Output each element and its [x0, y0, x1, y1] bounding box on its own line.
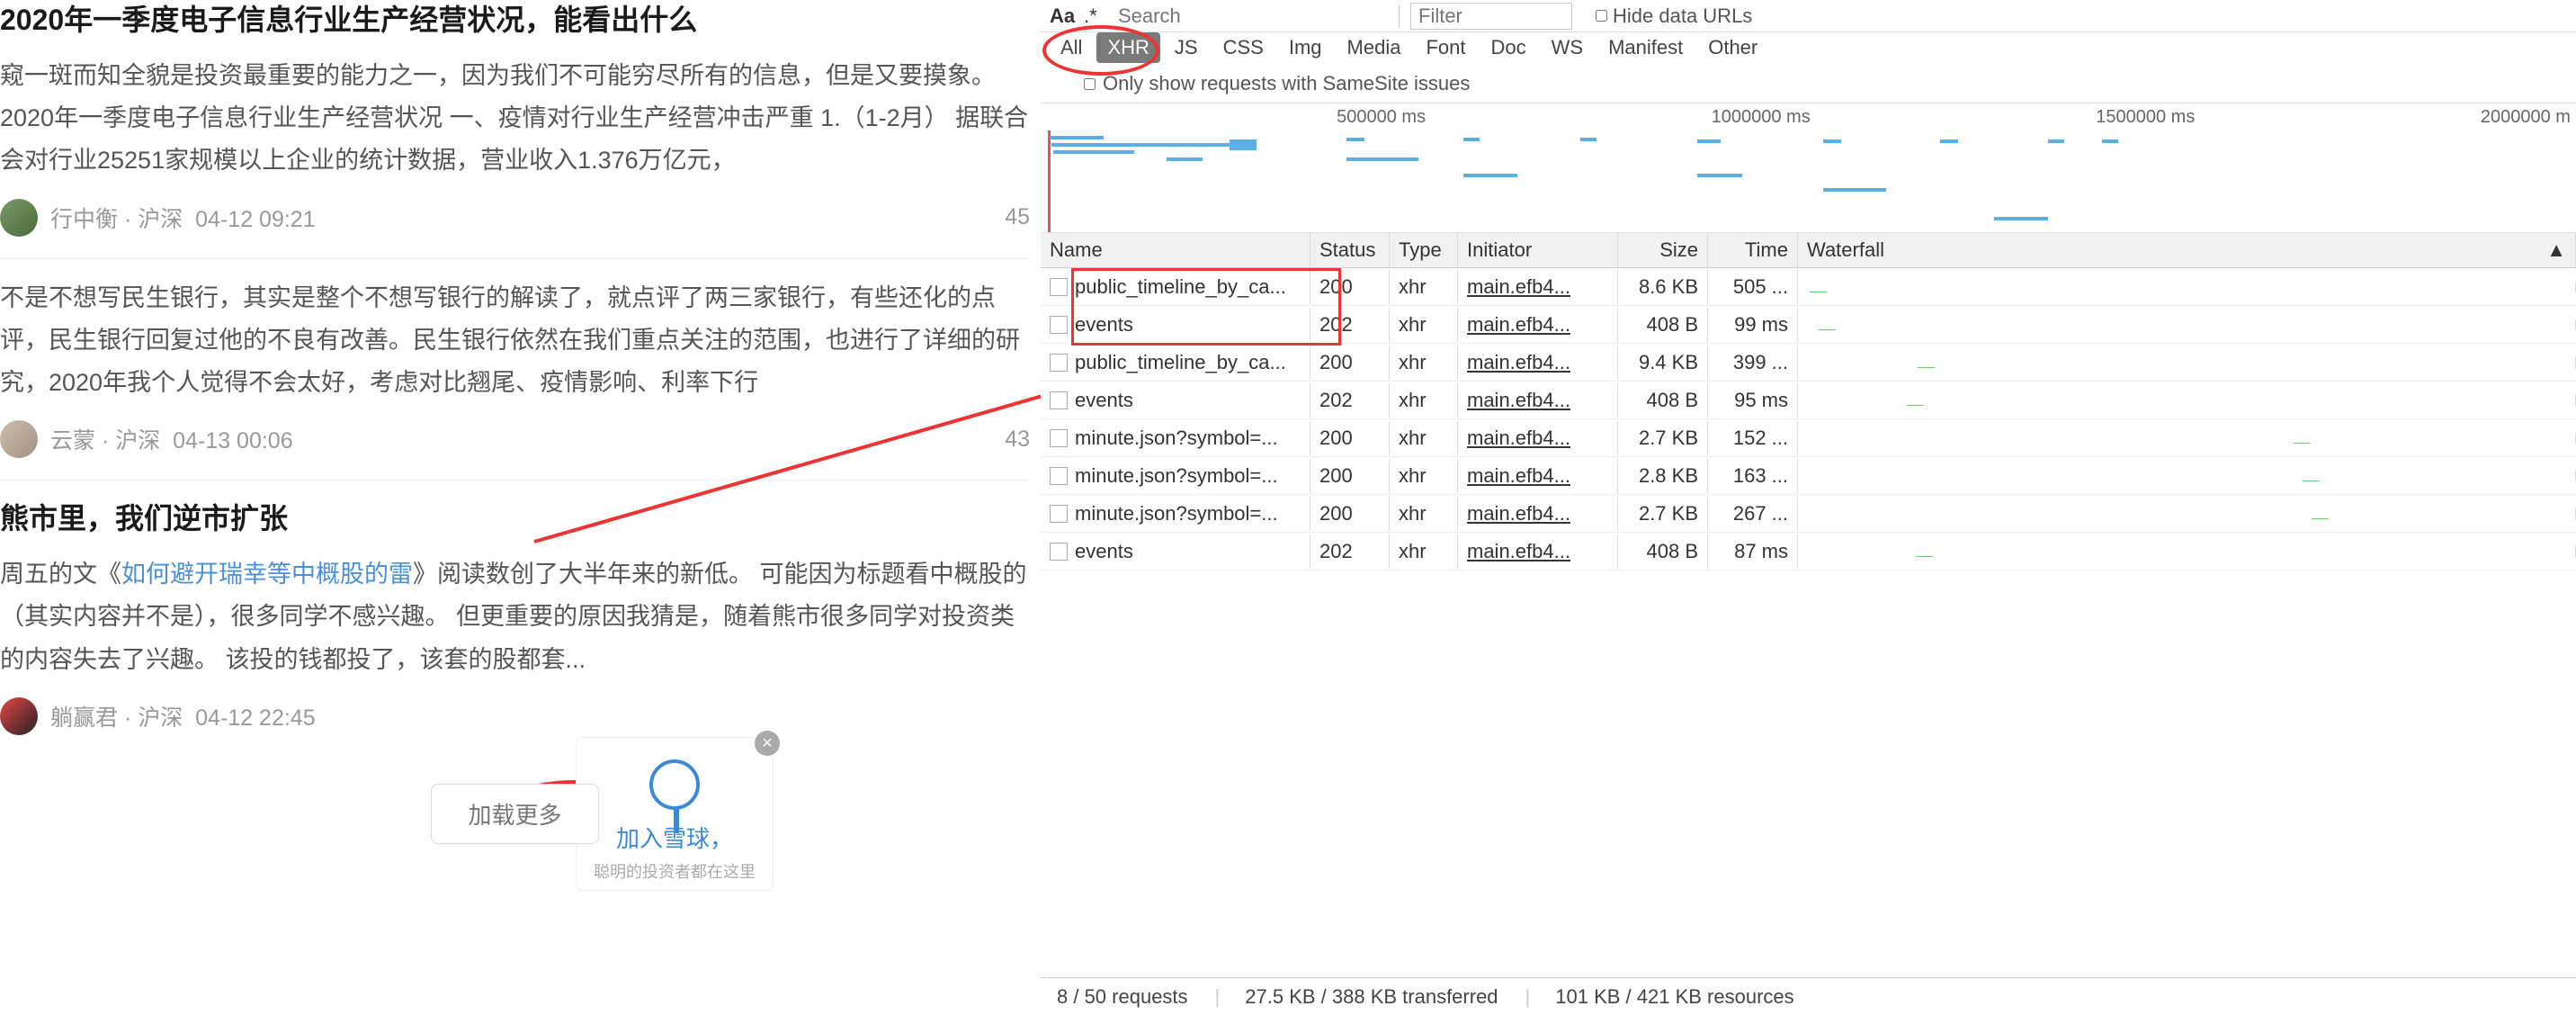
waterfall-bar [1917, 367, 1936, 368]
post-meta: 躺赢君 · 沪深 04-12 22:45 [0, 681, 1030, 735]
initiator-link[interactable]: main.efb4... [1467, 540, 1570, 562]
devtools-network-panel: Aa .* Hide data URLs All XHR JS CSS Img … [1041, 0, 2576, 1015]
balloon-icon [649, 759, 700, 810]
search-input[interactable] [1118, 4, 1388, 29]
network-row[interactable]: public_timeline_by_ca...200xhrmain.efb4.… [1041, 344, 2576, 382]
inline-link[interactable]: 如何避开瑞幸等中概股的雷 [121, 561, 413, 588]
initiator-link[interactable]: main.efb4... [1467, 464, 1570, 487]
network-row[interactable]: events202xhrmain.efb4...408 B95 ms [1041, 382, 2576, 419]
filter-manifest[interactable]: Manifest [1597, 32, 1694, 63]
status-requests: 8 / 50 requests [1057, 985, 1188, 1009]
filter-js[interactable]: JS [1164, 32, 1209, 63]
avatar[interactable] [0, 199, 38, 237]
filter-input[interactable] [1410, 3, 1572, 30]
col-name[interactable]: Name [1041, 233, 1310, 267]
row-checkbox[interactable] [1050, 391, 1068, 409]
initiator-link[interactable]: main.efb4... [1467, 351, 1570, 373]
filter-img[interactable]: Img [1278, 32, 1333, 63]
post-meta-text: 行中衡 · 沪深 04-12 09:21 [50, 202, 316, 234]
load-more-button[interactable]: 加载更多 [431, 784, 598, 844]
avatar[interactable] [0, 420, 38, 458]
initiator-link[interactable]: main.efb4... [1467, 427, 1570, 449]
article-feed: 2020年一季度电子信息行业生产经营状况，能看出什么 窥一斑而知全貌是投资最重要… [0, 0, 1030, 1015]
post-meta-text: 云蒙 · 沪深 04-13 00:06 [50, 423, 293, 455]
initiator-link[interactable]: main.efb4... [1467, 502, 1570, 525]
col-size[interactable]: Size [1618, 233, 1708, 267]
text-size-icon[interactable]: Aa [1050, 4, 1073, 28]
network-row[interactable]: public_timeline_by_ca...200xhrmain.efb4.… [1041, 268, 2576, 306]
post-meta-text: 躺赢君 · 沪深 04-12 22:45 [50, 700, 316, 732]
avatar[interactable] [0, 697, 38, 735]
row-checkbox[interactable] [1050, 278, 1068, 296]
initiator-link[interactable]: main.efb4... [1467, 313, 1570, 336]
waterfall-bar [2293, 443, 2312, 444]
post-body: 窥一斑而知全貌是投资最重要的能力之一，因为我们不可能穷尽所有的信息，但是又要摸象… [0, 55, 1030, 183]
initiator-link[interactable]: main.efb4... [1467, 275, 1570, 298]
network-rows: public_timeline_by_ca...200xhrmain.efb4.… [1041, 268, 2576, 570]
promo-card[interactable]: × 加入雪球， 聪明的投资者都在这里 [576, 737, 774, 891]
filter-css[interactable]: CSS [1212, 32, 1275, 63]
row-checkbox[interactable] [1050, 316, 1068, 334]
network-row[interactable]: minute.json?symbol=...200xhrmain.efb4...… [1041, 419, 2576, 457]
samesite-checkbox[interactable] [1084, 78, 1096, 90]
post-count: 43 [1005, 427, 1030, 453]
request-type-bar: All XHR JS CSS Img Media Font Doc WS Man… [1041, 32, 2576, 68]
hide-data-urls-checkbox[interactable]: Hide data URLs [1596, 4, 1752, 28]
timeline-overview[interactable]: . 500000 ms 1000000 ms 1500000 ms 200000… [1041, 103, 2576, 233]
post-title[interactable]: 2020年一季度电子信息行业生产经营状况，能看出什么 [0, 0, 1030, 55]
close-icon[interactable]: × [755, 731, 780, 756]
filter-other[interactable]: Other [1697, 32, 1768, 63]
post-meta: 行中衡 · 沪深 04-12 09:21 45 [0, 183, 1030, 237]
network-row[interactable]: events202xhrmain.efb4...408 B99 ms [1041, 306, 2576, 344]
filter-media[interactable]: Media [1337, 32, 1412, 63]
status-resources: 101 KB / 421 KB resources [1525, 985, 1794, 1009]
network-header-row[interactable]: Name Status Type Initiator Size Time Wat… [1041, 233, 2576, 268]
network-row[interactable]: minute.json?symbol=...200xhrmain.efb4...… [1041, 495, 2576, 533]
col-type[interactable]: Type [1390, 233, 1458, 267]
waterfall-bar [1915, 556, 1934, 557]
post-body: 不是不想写民生银行，其实是整个不想写银行的解读了，就点评了两三家银行，有些还化的… [0, 277, 1030, 405]
samesite-checkbox-row[interactable]: Only show requests with SameSite issues [1041, 68, 2576, 103]
initiator-link[interactable]: main.efb4... [1467, 389, 1570, 411]
col-initiator[interactable]: Initiator [1458, 233, 1618, 267]
status-transferred: 27.5 KB / 388 KB transferred [1215, 985, 1498, 1009]
filter-all[interactable]: All [1050, 32, 1093, 63]
filter-ws[interactable]: WS [1541, 32, 1594, 63]
network-row[interactable]: events202xhrmain.efb4...408 B87 ms [1041, 533, 2576, 570]
regex-icon[interactable]: .* [1084, 4, 1107, 28]
post-body: 周五的文《如何避开瑞幸等中概股的雷》阅读数创了大半年来的新低。 可能因为标题看中… [0, 553, 1030, 681]
post: 熊市里，我们逆市扩张 周五的文《如何避开瑞幸等中概股的雷》阅读数创了大半年来的新… [0, 499, 1030, 757]
loadmore-wrap: 加载更多 × 加入雪球， 聪明的投资者都在这里 [0, 775, 1030, 880]
filter-doc[interactable]: Doc [1480, 32, 1536, 63]
post-count: 45 [1005, 204, 1030, 230]
row-checkbox[interactable] [1050, 429, 1068, 447]
row-checkbox[interactable] [1050, 505, 1068, 523]
post: 不是不想写民生银行，其实是整个不想写银行的解读了，就点评了两三家银行，有些还化的… [0, 277, 1030, 481]
waterfall-bar [1906, 405, 1925, 406]
col-status[interactable]: Status [1310, 233, 1390, 267]
col-time[interactable]: Time [1708, 233, 1798, 267]
timeline-ruler: . 500000 ms 1000000 ms 1500000 ms 200000… [1041, 103, 2576, 131]
post-meta: 云蒙 · 沪深 04-13 00:06 43 [0, 404, 1030, 458]
row-checkbox[interactable] [1050, 354, 1068, 372]
post-title[interactable]: 熊市里，我们逆市扩张 [0, 499, 1030, 553]
row-checkbox[interactable] [1050, 467, 1068, 485]
network-row[interactable]: minute.json?symbol=...200xhrmain.efb4...… [1041, 457, 2576, 495]
filter-font[interactable]: Font [1415, 32, 1476, 63]
filter-xhr[interactable]: XHR [1096, 32, 1159, 63]
divider [1399, 4, 1400, 28]
promo-subtitle: 聪明的投资者都在这里 [586, 859, 764, 883]
col-waterfall[interactable]: Waterfall▲ [1798, 233, 2576, 267]
row-checkbox[interactable] [1050, 543, 1068, 561]
status-bar: 8 / 50 requests 27.5 KB / 388 KB transfe… [1041, 977, 2576, 1015]
post: 2020年一季度电子信息行业生产经营状况，能看出什么 窥一斑而知全貌是投资最重要… [0, 0, 1030, 259]
waterfall-bar [2311, 518, 2330, 519]
timeline-bars [1041, 130, 2576, 232]
waterfall-bar [1818, 329, 1837, 330]
devtools-toolbar: Aa .* Hide data URLs [1041, 0, 2576, 32]
